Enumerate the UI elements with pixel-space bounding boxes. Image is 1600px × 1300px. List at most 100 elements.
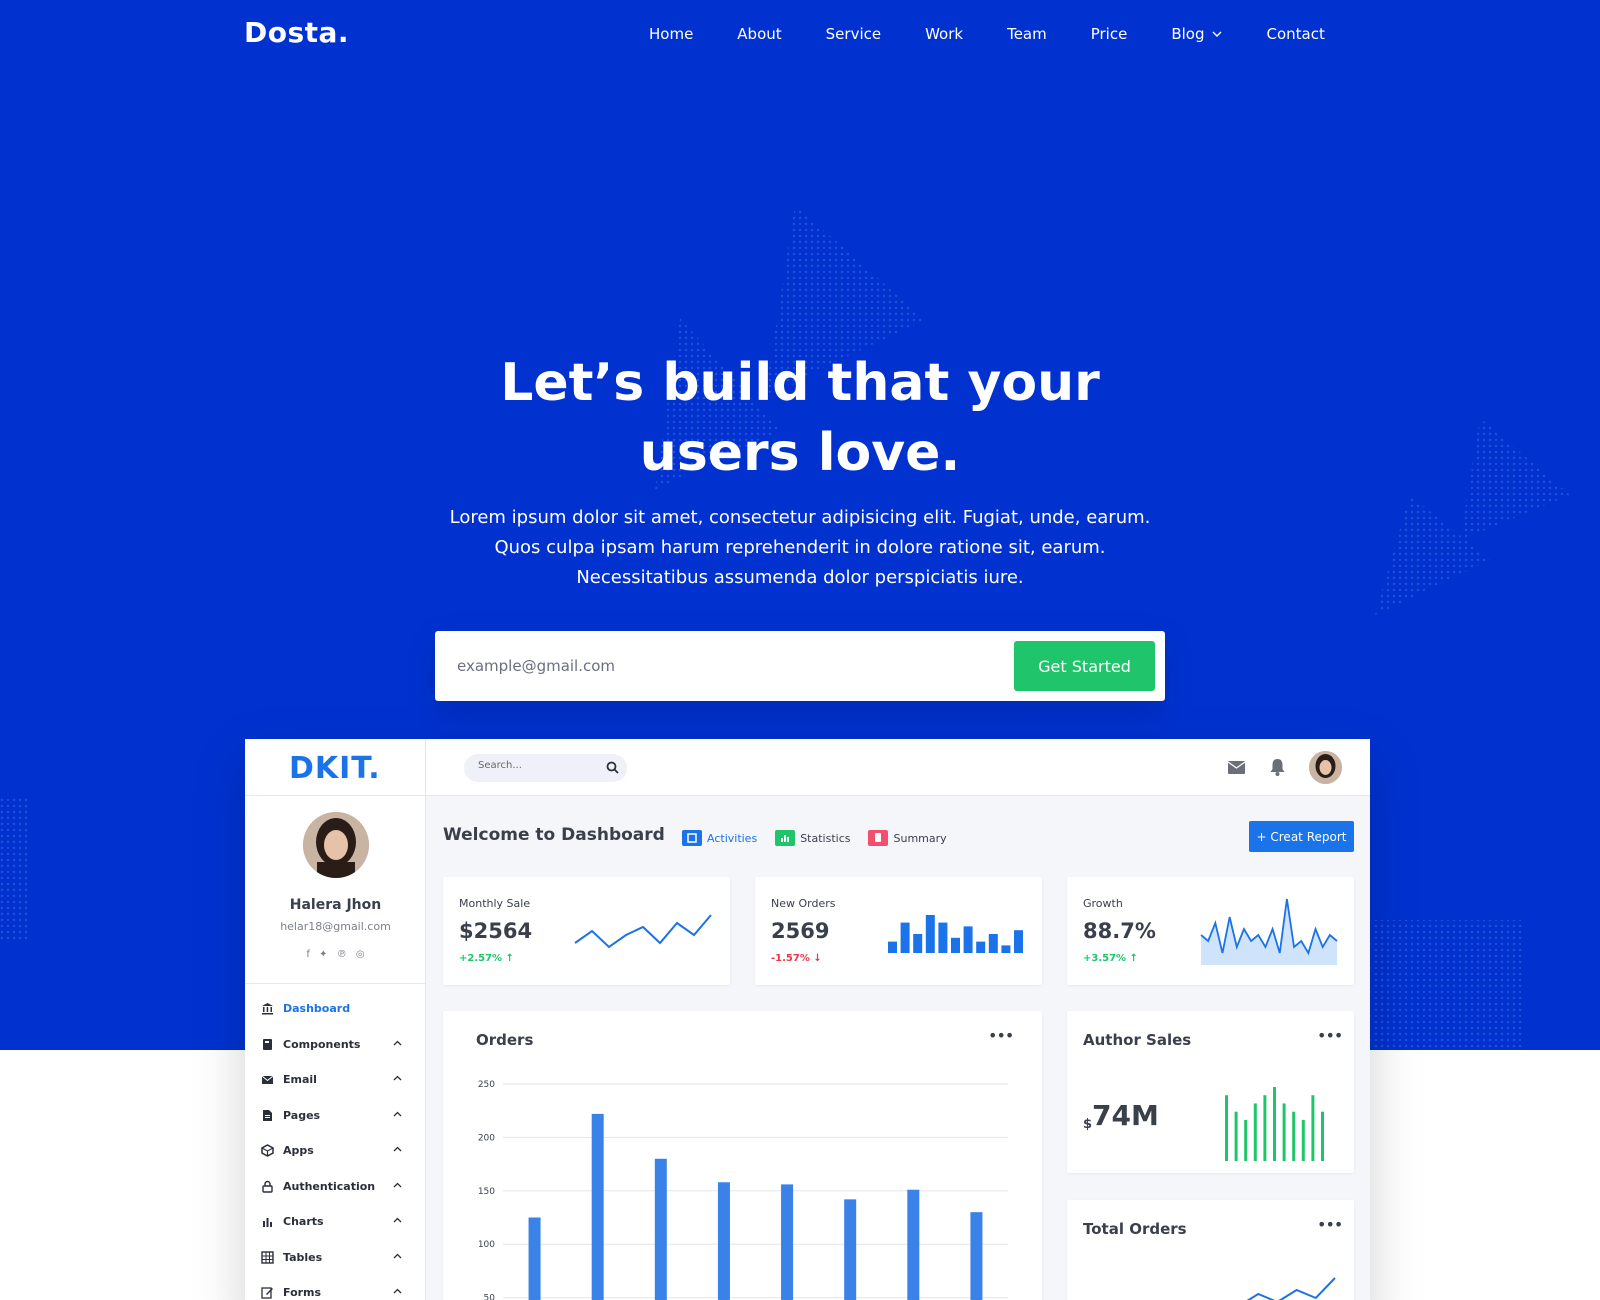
search-icon[interactable] bbox=[606, 761, 619, 774]
nav-blog-label: Blog bbox=[1171, 25, 1205, 43]
menu-label: Apps bbox=[283, 1144, 314, 1158]
new-orders-sparkline bbox=[888, 915, 1023, 953]
nav-service[interactable]: Service bbox=[826, 25, 881, 43]
stat-value: $2564 bbox=[459, 919, 533, 943]
tab-statistics[interactable]: Statistics bbox=[775, 830, 850, 846]
dashboard-search bbox=[464, 754, 627, 782]
hero-title: Let’s build that your users love. bbox=[400, 348, 1200, 488]
tab-activities[interactable]: Activities bbox=[682, 830, 757, 846]
nav-work[interactable]: Work bbox=[925, 25, 963, 43]
nav-contact[interactable]: Contact bbox=[1267, 25, 1325, 43]
author-sales-card: Author Sales ••• $74M bbox=[1067, 1011, 1354, 1173]
total-orders-title: Total Orders bbox=[1083, 1220, 1187, 1238]
chevron-up-icon[interactable] bbox=[393, 1287, 402, 1296]
author-sales-sparkline bbox=[1225, 1087, 1324, 1161]
total-orders-card: Total Orders ••• bbox=[1067, 1200, 1354, 1300]
create-report-button[interactable]: + Creat Report bbox=[1249, 821, 1354, 852]
menu-item-authentication[interactable]: Authentication bbox=[245, 1169, 426, 1205]
sparkline-bar bbox=[900, 922, 910, 953]
chevron-up-icon[interactable] bbox=[393, 1039, 402, 1048]
mail-icon[interactable] bbox=[1228, 761, 1245, 774]
y-tick-label: 200 bbox=[478, 1133, 495, 1143]
chevron-up-icon[interactable] bbox=[393, 1181, 402, 1190]
user-avatar[interactable] bbox=[1309, 751, 1342, 784]
bar-chart-icon bbox=[263, 1218, 272, 1228]
sparkline-series bbox=[1246, 1277, 1336, 1300]
twitter-icon[interactable]: ✦ bbox=[319, 949, 327, 960]
menu-label: Tables bbox=[283, 1250, 323, 1264]
more-options-icon[interactable]: ••• bbox=[988, 1028, 1014, 1044]
dashboard-logo[interactable]: DKIT. bbox=[289, 751, 381, 786]
orders-bar bbox=[717, 1182, 730, 1300]
sparkline-bar bbox=[1014, 930, 1023, 953]
tab-label: Summary bbox=[893, 831, 947, 845]
y-tick-label: 250 bbox=[478, 1080, 495, 1090]
menu-label: Dashboard bbox=[283, 1002, 351, 1016]
y-tick-label: 150 bbox=[478, 1187, 495, 1197]
currency-symbol: $ bbox=[1083, 1117, 1093, 1132]
top-navbar: Dosta. Home About Service Work Team Pric… bbox=[0, 0, 1600, 70]
pinterest-icon[interactable]: ℗ bbox=[337, 949, 347, 960]
avatar-portrait bbox=[1309, 751, 1342, 784]
more-options-icon[interactable]: ••• bbox=[1317, 1217, 1343, 1233]
sparkline-bar bbox=[1292, 1111, 1296, 1161]
hero-title-line2: users love. bbox=[639, 423, 961, 483]
chevron-up-icon[interactable] bbox=[393, 1110, 402, 1119]
search-input[interactable] bbox=[478, 760, 593, 771]
divider bbox=[245, 983, 426, 984]
menu-item-components[interactable]: Components bbox=[245, 1027, 426, 1063]
stat-card-new-orders: New Orders 2569 -1.57% ↓ bbox=[755, 877, 1042, 985]
dashboard-title: Welcome to Dashboard bbox=[443, 825, 665, 845]
site-logo[interactable]: Dosta. bbox=[244, 16, 349, 49]
sparkline-bar bbox=[976, 941, 986, 953]
main-nav: Home About Service Work Team Price Blog … bbox=[649, 25, 1325, 43]
bank-icon bbox=[262, 1003, 273, 1015]
menu-item-dashboard[interactable]: Dashboard bbox=[245, 991, 426, 1027]
chevron-up-icon[interactable] bbox=[393, 1145, 402, 1154]
chevron-up-icon[interactable] bbox=[393, 1216, 402, 1225]
instagram-icon[interactable]: ◎ bbox=[356, 949, 365, 960]
menu-item-forms[interactable]: Forms bbox=[245, 1275, 426, 1300]
sparkline-bar bbox=[1253, 1103, 1257, 1161]
menu-item-tables[interactable]: Tables bbox=[245, 1240, 426, 1276]
amount: 74M bbox=[1092, 1099, 1159, 1132]
menu-item-apps[interactable]: Apps bbox=[245, 1133, 426, 1169]
sparkline-bar bbox=[1311, 1095, 1315, 1161]
nav-home[interactable]: Home bbox=[649, 25, 693, 43]
profile-avatar[interactable] bbox=[303, 812, 369, 878]
orders-bar bbox=[591, 1113, 604, 1300]
author-sales-value: $74M bbox=[1083, 1099, 1159, 1132]
edit-icon bbox=[261, 1287, 273, 1299]
menu-item-pages[interactable]: Pages bbox=[245, 1098, 426, 1134]
nav-blog[interactable]: Blog bbox=[1171, 25, 1222, 43]
menu-item-charts[interactable]: Charts bbox=[245, 1204, 426, 1240]
menu-label: Components bbox=[283, 1037, 361, 1051]
email-input[interactable] bbox=[457, 649, 977, 683]
book-icon bbox=[263, 1038, 272, 1050]
nav-price[interactable]: Price bbox=[1091, 25, 1128, 43]
more-options-icon[interactable]: ••• bbox=[1317, 1028, 1343, 1044]
avatar-portrait bbox=[303, 812, 369, 878]
stat-label: New Orders bbox=[771, 897, 836, 910]
chevron-down-icon bbox=[1212, 31, 1221, 37]
sparkline-bar bbox=[913, 934, 923, 953]
stat-change: +3.57% ↑ bbox=[1083, 953, 1138, 964]
sparkline-bar bbox=[951, 937, 960, 953]
nav-about[interactable]: About bbox=[737, 25, 781, 43]
tab-summary[interactable]: Summary bbox=[868, 830, 947, 846]
chevron-up-icon[interactable] bbox=[393, 1074, 402, 1083]
nav-team[interactable]: Team bbox=[1007, 25, 1047, 43]
orders-bar bbox=[970, 1212, 983, 1300]
monthly-sale-sparkline bbox=[574, 914, 712, 949]
profile-name: Halera Jhon bbox=[289, 897, 382, 913]
get-started-button[interactable]: Get Started bbox=[1014, 641, 1155, 691]
stat-value: 88.7% bbox=[1083, 919, 1156, 943]
stat-card-growth: Growth 88.7% +3.57% ↑ bbox=[1067, 877, 1354, 985]
chevron-up-icon[interactable] bbox=[393, 1252, 402, 1261]
social-links: f ✦ ℗ ◎ bbox=[245, 949, 426, 960]
hero-title-line1: Let’s build that your bbox=[500, 353, 1100, 413]
facebook-icon[interactable]: f bbox=[306, 949, 310, 960]
bell-icon[interactable] bbox=[1269, 758, 1286, 776]
menu-item-email[interactable]: Email bbox=[245, 1062, 426, 1098]
sparkline-bar bbox=[1263, 1095, 1267, 1161]
